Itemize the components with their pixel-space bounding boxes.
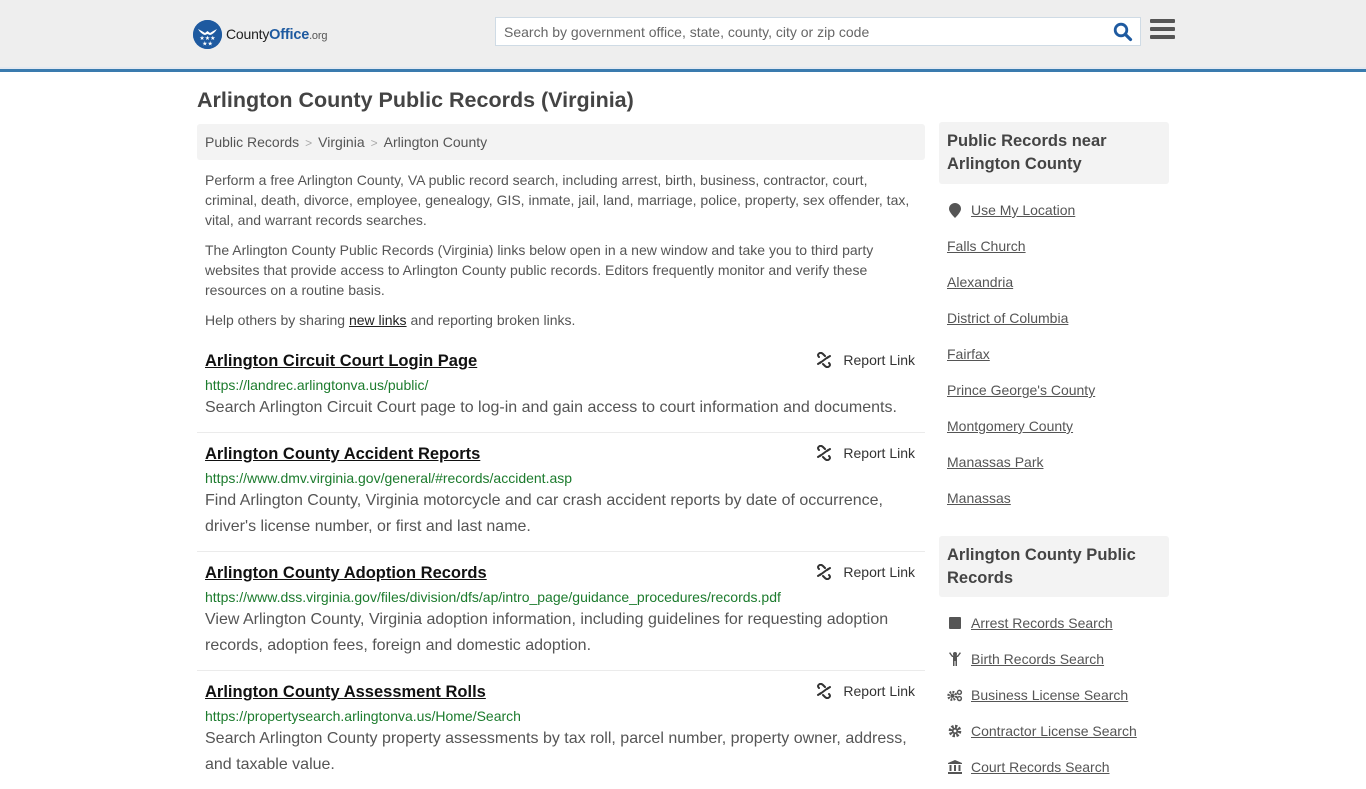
gear-icon [947, 723, 963, 739]
record-description: Search Arlington Circuit Court page to l… [205, 399, 897, 416]
search-button[interactable] [1113, 22, 1133, 42]
site-header: ★★★ ★★ CountyOffice.org [0, 0, 1366, 72]
contractor-license-search-link[interactable]: Contractor License Search [971, 723, 1137, 739]
business-license-search-link[interactable]: Business License Search [971, 687, 1128, 703]
hamburger-bar [1150, 27, 1175, 31]
report-link-label: Report Link [843, 564, 915, 580]
nearby-item: Manassas Park [947, 444, 1172, 480]
logo-text-county: County [226, 26, 270, 42]
intro-paragraph-3: Help others by sharing new links and rep… [205, 310, 920, 330]
page-title: Arlington County Public Records (Virgini… [197, 88, 634, 112]
nearby-link-montgomery-county[interactable]: Montgomery County [947, 418, 1073, 434]
record-url[interactable]: https://www.dss.virginia.gov/files/divis… [205, 588, 917, 606]
record-item: Arlington County Assessment Rolls Report… [197, 671, 925, 789]
report-link-label: Report Link [843, 352, 915, 368]
record-title-link[interactable]: Arlington Circuit Court Login Page [205, 350, 477, 372]
nearby-item: Montgomery County [947, 408, 1172, 444]
logo-text-org: .org [309, 30, 328, 42]
intro-paragraph-1: Perform a free Arlington County, VA publ… [205, 172, 910, 228]
nearby-link-manassas[interactable]: Manassas [947, 490, 1011, 506]
broken-link-icon [817, 445, 832, 461]
breadcrumb-arlington-county[interactable]: Arlington County [384, 134, 488, 150]
nearby-item: Fairfax [947, 336, 1172, 372]
nearby-records-heading: Public Records near Arlington County [939, 122, 1169, 184]
broken-link-icon [817, 564, 832, 580]
search-input[interactable] [496, 18, 1096, 45]
nearby-link-district-of-columbia[interactable]: District of Columbia [947, 310, 1068, 326]
county-record-item: Court Records Search [947, 749, 1172, 785]
breadcrumb-separator: > [370, 136, 378, 150]
arrest-records-search-link[interactable]: Arrest Records Search [971, 615, 1113, 631]
record-item: Arlington County Adoption Records Report… [197, 552, 925, 671]
court-records-search-link[interactable]: Court Records Search [971, 759, 1110, 775]
new-links-link[interactable]: new links [349, 312, 407, 328]
nearby-link-fairfax[interactable]: Fairfax [947, 346, 990, 362]
intro-paragraph-2: The Arlington County Public Records (Vir… [205, 242, 874, 298]
report-link-button[interactable]: Report Link [816, 352, 915, 368]
county-record-item: Arrest Records Search [947, 605, 1172, 641]
broken-link-icon [817, 683, 832, 699]
nearby-item: Alexandria [947, 264, 1172, 300]
birth-records-search-link[interactable]: Birth Records Search [971, 651, 1104, 667]
breadcrumb-virginia[interactable]: Virginia [318, 134, 364, 150]
svg-text:★★: ★★ [202, 41, 213, 48]
nearby-records-list: Use My Location Falls Church Alexandria … [947, 192, 1172, 516]
record-description: Search Arlington County property assessm… [205, 730, 907, 773]
record-item: Arlington Circuit Court Login Page Repor… [197, 340, 925, 433]
report-link-button[interactable]: Report Link [816, 445, 915, 461]
site-logo[interactable]: ★★★ ★★ CountyOffice.org [193, 20, 327, 49]
record-title-link[interactable]: Arlington County Adoption Records [205, 562, 487, 584]
county-record-item: Contractor License Search [947, 713, 1172, 749]
record-description: Find Arlington County, Virginia motorcyc… [205, 492, 883, 535]
nearby-link-manassas-park[interactable]: Manassas Park [947, 454, 1043, 470]
broken-link-icon [817, 352, 832, 368]
logo-text: CountyOffice.org [226, 26, 327, 43]
county-record-item: Business License Search [947, 677, 1172, 713]
record-description: View Arlington County, Virginia adoption… [205, 611, 889, 654]
hamburger-bar [1150, 19, 1175, 23]
record-url[interactable]: https://www.dmv.virginia.gov/general/#re… [205, 469, 917, 487]
use-my-location-link[interactable]: Use My Location [971, 202, 1075, 218]
nearby-item: Manassas [947, 480, 1172, 516]
breadcrumb: Public Records > Virginia > Arlington County [197, 124, 925, 160]
report-link-label: Report Link [843, 445, 915, 461]
county-records-list: Arrest Records Search Birth Records Sear… [947, 605, 1172, 785]
nearby-item: Falls Church [947, 228, 1172, 264]
report-link-label: Report Link [843, 683, 915, 699]
hamburger-menu-button[interactable] [1150, 19, 1175, 41]
breadcrumb-separator: > [305, 136, 313, 150]
records-list: Arlington Circuit Court Login Page Repor… [197, 340, 925, 789]
county-record-item: Birth Records Search [947, 641, 1172, 677]
county-records-heading: Arlington County Public Records [939, 536, 1169, 597]
nearby-link-prince-georges-county[interactable]: Prince George's County [947, 382, 1095, 398]
map-marker-icon [947, 202, 963, 218]
report-link-button[interactable]: Report Link [816, 683, 915, 699]
gears-icon [947, 687, 963, 703]
record-title-link[interactable]: Arlington County Accident Reports [205, 443, 480, 465]
record-title-link[interactable]: Arlington County Assessment Rolls [205, 681, 486, 703]
nearby-link-falls-church[interactable]: Falls Church [947, 238, 1026, 254]
search-box [495, 17, 1141, 46]
nearby-item: Prince George's County [947, 372, 1172, 408]
hamburger-bar [1150, 35, 1175, 39]
courthouse-icon [947, 759, 963, 775]
child-icon [947, 651, 963, 667]
logo-text-office: Office [269, 27, 310, 43]
arrest-icon [947, 615, 963, 631]
intro-text: Perform a free Arlington County, VA publ… [205, 170, 920, 340]
nearby-link-alexandria[interactable]: Alexandria [947, 274, 1013, 290]
breadcrumb-public-records[interactable]: Public Records [205, 134, 299, 150]
record-item: Arlington County Accident Reports Report… [197, 433, 925, 552]
eagle-stars-icon: ★★★ ★★ [193, 20, 222, 49]
intro-text-before: Help others by sharing [205, 312, 349, 328]
record-url[interactable]: https://propertysearch.arlingtonva.us/Ho… [205, 707, 917, 725]
nearby-item: District of Columbia [947, 300, 1172, 336]
search-icon [1113, 22, 1133, 42]
use-my-location-item: Use My Location [947, 192, 1172, 228]
intro-text-after: and reporting broken links. [406, 312, 576, 328]
record-url[interactable]: https://landrec.arlingtonva.us/public/ [205, 376, 917, 394]
report-link-button[interactable]: Report Link [816, 564, 915, 580]
